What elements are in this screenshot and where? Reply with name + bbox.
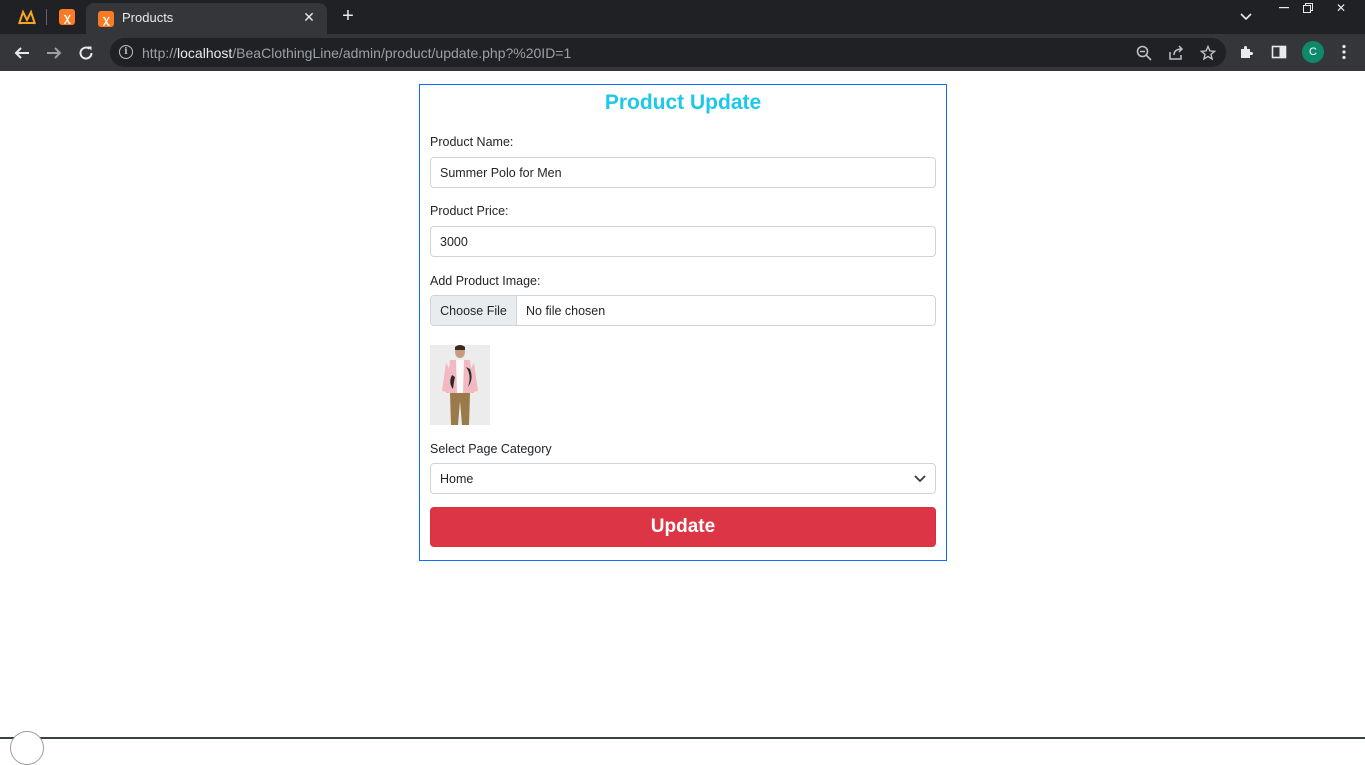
category-label: Select Page Category: [430, 442, 552, 456]
tab-products[interactable]: ꭓ Products ✕: [86, 3, 327, 34]
forward-arrow-icon[interactable]: [42, 41, 66, 65]
product-name-label: Product Name:: [430, 135, 514, 149]
file-status-text: No file chosen: [526, 303, 606, 318]
chevron-down-icon[interactable]: [1236, 7, 1256, 27]
category-select[interactable]: Home: [430, 463, 936, 494]
zoom-icon[interactable]: [1134, 43, 1154, 63]
share-icon[interactable]: [1166, 43, 1186, 63]
tab-separator: [46, 9, 47, 25]
product-image-thumbnail: [430, 345, 490, 425]
puzzle-icon[interactable]: [1236, 41, 1258, 63]
window-close-button[interactable]: ✕: [1326, 0, 1356, 16]
chevron-down-icon: [914, 474, 926, 482]
category-selected-value: Home: [440, 471, 474, 486]
info-icon[interactable]: i: [119, 45, 133, 59]
mamp-icon: [18, 9, 36, 25]
close-icon[interactable]: ✕: [301, 9, 317, 25]
product-image-file-input[interactable]: Choose File No file chosen: [430, 295, 936, 326]
pinned-tab-xampp[interactable]: ꭓ: [52, 6, 82, 28]
sidepanel-icon[interactable]: [1268, 41, 1290, 63]
product-price-input[interactable]: 3000: [430, 226, 936, 257]
url-text[interactable]: http://localhost/BeaClothingLine/admin/p…: [142, 45, 571, 61]
page-title: Product Update: [604, 91, 762, 114]
product-image-label: Add Product Image:: [430, 274, 541, 288]
address-bar[interactable]: i http://localhost/BeaClothingLine/admin…: [110, 38, 1226, 67]
avatar[interactable]: C: [1302, 41, 1324, 63]
product-name-input[interactable]: Summer Polo for Men: [430, 157, 936, 188]
xampp-icon: ꭓ: [59, 9, 75, 25]
pinned-tab-mamp[interactable]: [12, 6, 42, 28]
update-button[interactable]: Update: [430, 507, 936, 547]
product-price-label: Product Price:: [430, 204, 509, 218]
reload-icon[interactable]: [74, 41, 98, 65]
kebab-menu-icon[interactable]: [1336, 41, 1352, 63]
browser-tab-bar: ꭓ ꭓ Products ✕ + ✕: [0, 0, 1365, 34]
choose-file-button[interactable]: Choose File: [431, 296, 517, 325]
taskbar-start-icon[interactable]: [10, 731, 44, 765]
back-arrow-icon[interactable]: [10, 41, 34, 65]
browser-toolbar: i http://localhost/BeaClothingLine/admin…: [0, 34, 1365, 71]
star-icon[interactable]: [1198, 43, 1218, 63]
plus-icon[interactable]: +: [337, 5, 359, 27]
tab-title: Products: [122, 10, 174, 25]
product-update-form: Product Update Product Name: Summer Polo…: [419, 84, 947, 561]
restore-button[interactable]: [1293, 0, 1323, 16]
xampp-icon: ꭓ: [98, 11, 114, 27]
